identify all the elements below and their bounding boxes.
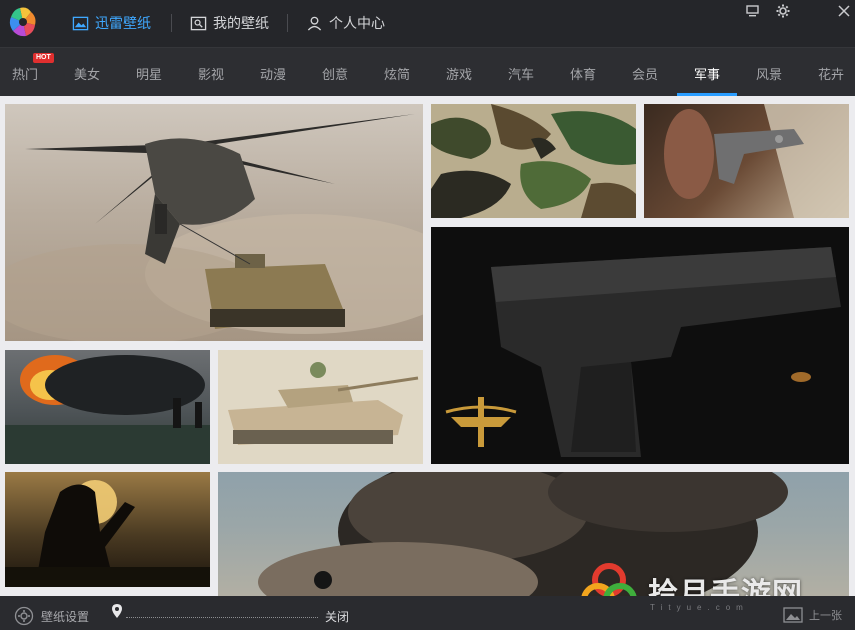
message-icon[interactable] [743,3,761,19]
timeline-track[interactable] [126,617,318,618]
settings-label: 壁纸设置 [41,609,90,624]
location-pin-icon [112,604,122,618]
nav-xunlei-wallpaper[interactable]: 迅雷壁纸 [72,12,151,34]
wallpaper-settings-button[interactable]: 壁纸设置 [14,606,89,626]
close-button[interactable]: 关闭 [325,608,349,625]
nav-label: 我的壁纸 [213,15,269,31]
title-bar: 迅雷壁纸 我的壁纸 个人中心 [0,0,855,47]
category-minimal[interactable]: 炫简 [384,64,410,83]
wallpaper-grid [0,96,855,596]
my-wallpaper-icon [190,16,207,30]
nav-label: 迅雷壁纸 [95,15,151,31]
wallpaper-desert-tank[interactable] [218,350,423,464]
category-scenery[interactable]: 风景 [756,64,782,83]
nav-label: 个人中心 [329,15,385,31]
nav-my-wallpaper[interactable]: 我的壁纸 [190,12,269,34]
category-creative[interactable]: 创意 [322,64,348,83]
category-anime[interactable]: 动漫 [260,64,286,83]
nav-divider [287,14,288,32]
category-member[interactable]: 会员 [632,64,658,83]
hot-badge: HOT [33,53,54,63]
previous-wallpaper-button[interactable]: 上一张 [783,606,842,624]
picture-icon [783,607,803,623]
category-beauty[interactable]: 美女 [74,64,100,83]
user-icon [307,16,322,31]
wallpaper-camouflage-pattern[interactable] [431,104,636,218]
settings-icon[interactable] [774,3,792,19]
close-icon[interactable] [835,3,853,19]
wallpaper-helicopter-and-vehicle[interactable] [5,104,423,341]
previous-label: 上一张 [809,610,842,622]
category-military[interactable]: 军事 [694,64,720,83]
category-hot[interactable]: 热门 [12,64,38,83]
nav-user-center[interactable]: 个人中心 [306,12,385,34]
wallpaper-oil-fire-soldiers[interactable] [5,350,210,464]
wallpaper-black-handgun-navy-seal[interactable] [431,227,849,464]
image-icon [72,16,89,30]
category-bar: 热门 美女 明星 影视 动漫 创意 炫简 游戏 汽车 体育 会员 军事 风景 花… [0,47,855,96]
bottom-bar: 壁纸设置 关闭 上一张 [0,596,855,630]
category-star[interactable]: 明星 [136,64,162,83]
wallpaper-soldier-silhouette-sunset[interactable] [5,472,210,587]
nav-divider [171,14,172,32]
category-film[interactable]: 影视 [198,64,224,83]
category-game[interactable]: 游戏 [446,64,472,83]
app-logo-icon [9,7,36,37]
category-sports[interactable]: 体育 [570,64,596,83]
category-flowers[interactable]: 花卉 [818,64,844,83]
watermark-subtext: Tityue.com [650,603,749,612]
gear-icon [14,606,34,626]
category-car[interactable]: 汽车 [508,64,534,83]
wallpaper-pistol-on-magazine[interactable] [644,104,849,218]
